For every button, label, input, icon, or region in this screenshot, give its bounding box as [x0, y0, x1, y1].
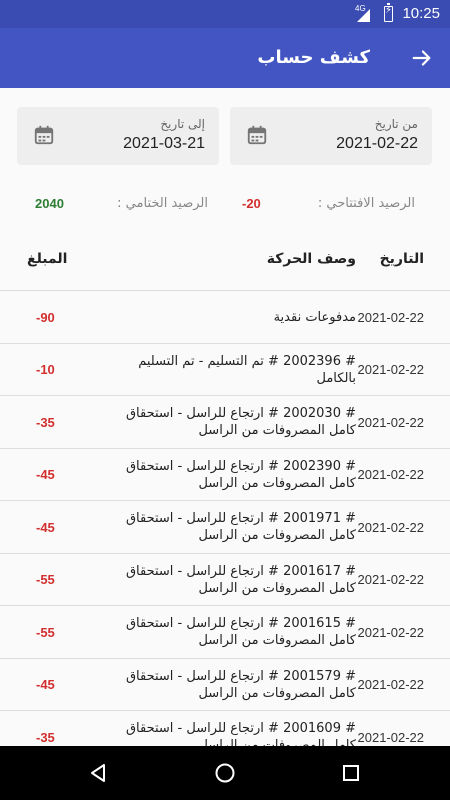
row-description: # 2002030 # ارتجاع للراسل - استحقاق كامل… [125, 406, 356, 438]
home-circle-icon [215, 763, 235, 783]
table-row: 2021-02-22 # 2001609 # ارتجاع للراسل - ا… [0, 711, 450, 746]
row-date: 2021-02-22 [357, 309, 425, 325]
page-title: كشف حساب [257, 47, 370, 68]
table-row: 2021-02-22 مدفوعات نقدية -90 [0, 291, 450, 344]
closing-balance-value: 2040 [35, 196, 64, 211]
table-row: 2021-02-22 # 2001579 # ارتجاع للراسل - ا… [0, 659, 450, 711]
date-from-picker[interactable]: من تاريخ 2021-02-22 [230, 107, 432, 165]
calendar-icon [247, 125, 267, 145]
navigation-bar [0, 746, 450, 800]
row-amount: -45 [36, 467, 55, 482]
calendar-icon [34, 125, 54, 145]
row-amount: -45 [36, 519, 55, 535]
date-to-picker[interactable]: إلى تاريخ 2021-03-21 [17, 107, 219, 165]
row-description: مدفوعات نقدية [273, 309, 356, 325]
arrow-right-icon [412, 50, 431, 66]
row-date: 2021-02-22 [357, 467, 425, 482]
nav-recents-button[interactable] [336, 758, 366, 788]
row-description: # 2002396 # تم التسليم - تم التسليم بالك… [138, 353, 356, 386]
opening-balance-value: -20 [242, 196, 261, 211]
table-row: 2021-02-22 # 2001971 # ارتجاع للراسل - ا… [0, 501, 450, 554]
table-row: 2021-02-22 # 2001615 # ارتجاع للراسل - ا… [0, 606, 450, 659]
row-amount: -35 [36, 414, 55, 430]
column-header-date: التاريخ [379, 251, 424, 267]
back-button[interactable] [404, 40, 440, 76]
table-row: 2021-02-22 # 2002390 # ارتجاع للراسل - ا… [0, 449, 450, 501]
row-date: 2021-02-22 [357, 624, 425, 640]
row-description: # 2001579 # ارتجاع للراسل - استحقاق كامل… [125, 668, 356, 701]
table-row: 2021-02-22 # 2002396 # تم التسليم - تم ا… [0, 344, 450, 396]
row-date: 2021-02-22 [357, 572, 425, 587]
back-triangle-icon [91, 764, 105, 782]
recents-square-icon [343, 765, 359, 781]
date-from-value: 2021-02-22 [336, 135, 418, 152]
battery-icon: ⚡ [384, 3, 393, 22]
date-to-value: 2021-03-21 [123, 135, 205, 152]
row-amount: -45 [36, 677, 55, 692]
opening-balance-label: الرصيد الافتتاحي : [317, 196, 415, 211]
row-amount: -90 [36, 309, 55, 325]
row-description: # 2002390 # ارتجاع للراسل - استحقاق كامل… [125, 458, 356, 491]
column-header-description: وصف الحركة [266, 251, 356, 267]
date-from-label: من تاريخ [374, 117, 418, 131]
status-bar: 4G ⚡ 10:25 [0, 0, 450, 28]
row-description: # 2001617 # ارتجاع للراسل - استحقاق كامل… [125, 563, 356, 596]
row-amount: -55 [36, 572, 55, 587]
row-date: 2021-02-22 [357, 729, 425, 745]
table-row: 2021-02-22 # 2002030 # ارتجاع للراسل - ا… [0, 396, 450, 449]
transactions-list[interactable]: 2021-02-22 مدفوعات نقدية -90 2021-02-22 … [0, 290, 450, 746]
nav-back-button[interactable] [83, 758, 113, 788]
row-description: # 2001609 # ارتجاع للراسل - استحقاق كامل… [125, 721, 356, 746]
column-header-amount: المبلغ [27, 251, 68, 267]
app-bar: كشف حساب [0, 28, 450, 88]
row-amount: -35 [36, 729, 55, 745]
status-time: 10:25 [402, 5, 440, 22]
table-row: 2021-02-22 # 2001617 # ارتجاع للراسل - ا… [0, 554, 450, 606]
row-date: 2021-02-22 [357, 519, 425, 535]
date-to-label: إلى تاريخ [160, 117, 205, 131]
closing-balance-label: الرصيد الختامي : [117, 196, 208, 211]
row-description: # 2001615 # ارتجاع للراسل - استحقاق كامل… [125, 616, 356, 648]
signal-icon [357, 9, 370, 22]
nav-home-button[interactable] [210, 758, 240, 788]
row-date: 2021-02-22 [357, 362, 425, 377]
row-description: # 2001971 # ارتجاع للراسل - استحقاق كامل… [125, 511, 356, 543]
row-amount: -10 [36, 362, 55, 377]
row-amount: -55 [36, 624, 55, 640]
row-date: 2021-02-22 [357, 677, 425, 692]
row-date: 2021-02-22 [357, 414, 425, 430]
